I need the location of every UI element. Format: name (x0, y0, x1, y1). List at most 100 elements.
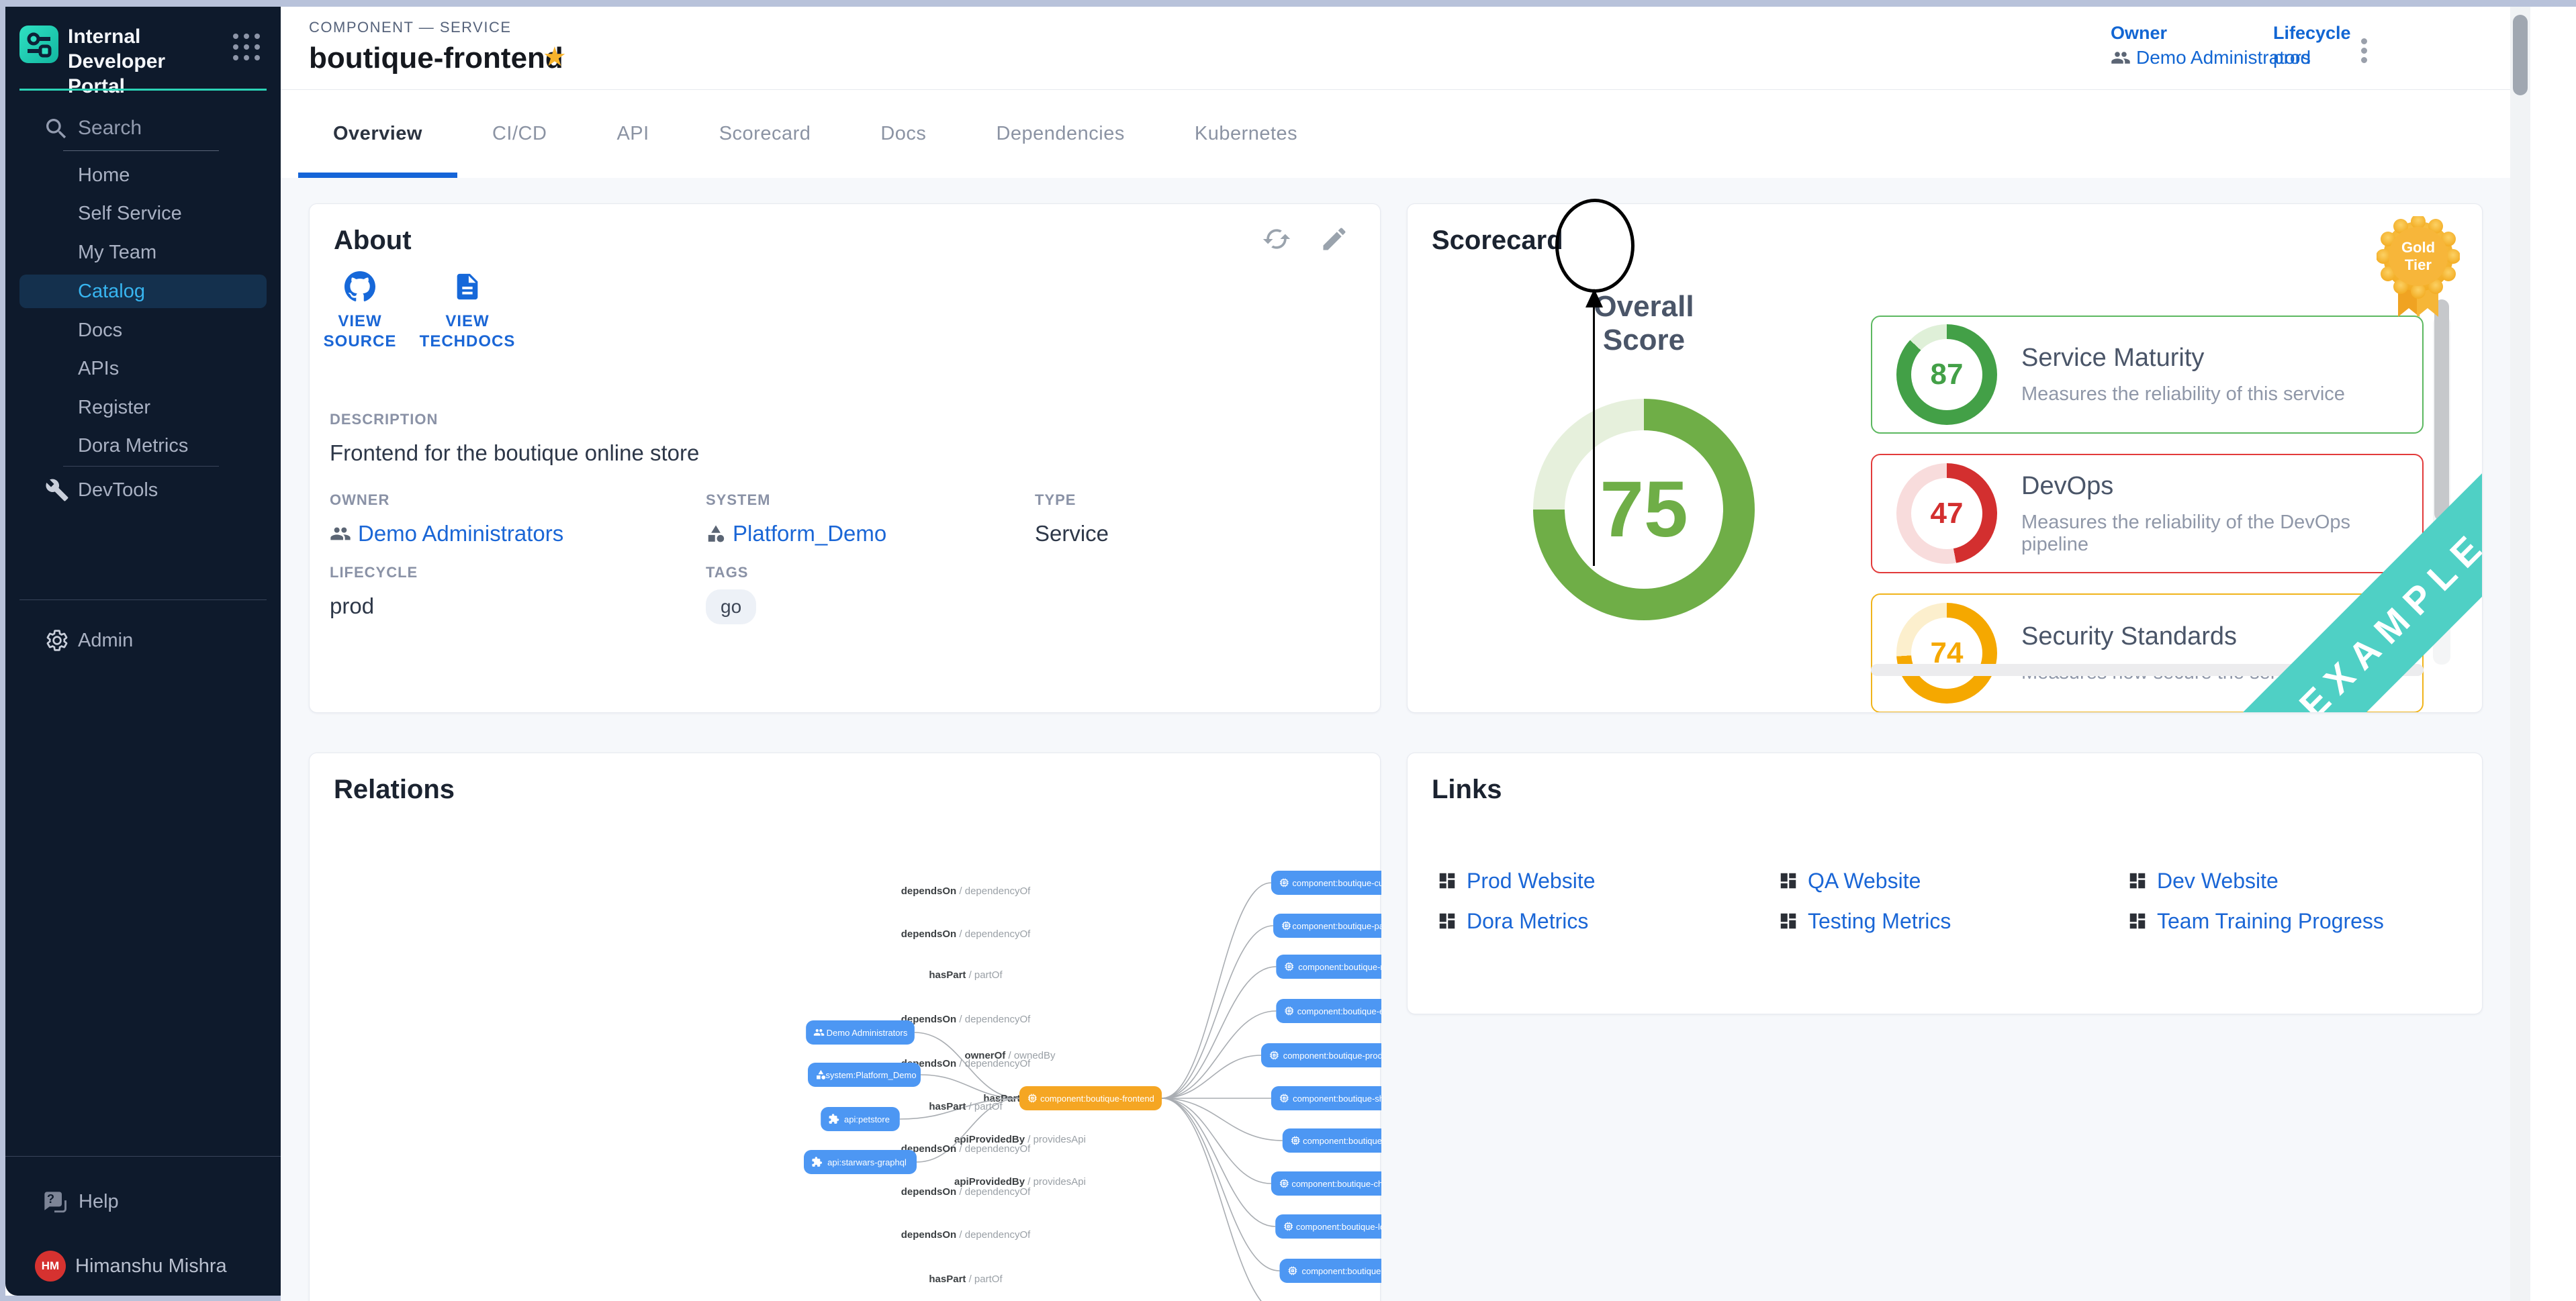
view-techdocs-link[interactable]: VIEW TECHDOCS (417, 271, 518, 352)
score-donut: 47 (1896, 463, 1997, 564)
sidebar-item-self-service[interactable]: Self Service (19, 197, 267, 230)
window-frame-left (0, 7, 5, 1301)
score-donut: 74 (1896, 603, 1997, 704)
link-label: Testing Metrics (1808, 909, 1951, 934)
scorecard-title: Scorecard (1432, 226, 1563, 256)
relation-node-component-boutique-loadgenerator[interactable]: component:boutique-loadgenerator (1275, 1214, 1381, 1239)
sidebar-item-my-team[interactable]: My Team (19, 236, 267, 269)
sidebar-item-apis[interactable]: APIs (19, 352, 267, 385)
search-icon (43, 115, 70, 142)
favorite-star-icon[interactable]: ★ (543, 42, 567, 73)
tab-scorecard[interactable]: Scorecard (684, 90, 846, 178)
sidebar-user[interactable]: HM Himanshu Mishra (19, 1247, 267, 1285)
link-testing-metrics[interactable]: Testing Metrics (1778, 906, 2127, 936)
apps-grid-icon[interactable] (233, 34, 261, 62)
svg-text:system:Platform_Demo: system:Platform_Demo (825, 1070, 916, 1080)
overall-score-donut: 75 (1533, 399, 1755, 620)
sidebar-item-catalog[interactable]: Catalog (19, 275, 267, 308)
github-icon (344, 271, 375, 302)
score-value: 87 (1931, 358, 1964, 391)
tab-overview[interactable]: Overview (298, 90, 457, 178)
relation-node-Demo-Administrators[interactable]: Demo Administrators (806, 1020, 915, 1045)
edit-pencil-icon[interactable] (1320, 224, 1349, 254)
link-prod-website[interactable]: Prod Website (1437, 866, 1778, 896)
relation-node-api-starwars-graphql[interactable]: api:starwars-graphql (804, 1150, 917, 1174)
relation-node-component-boutique-adservice[interactable]: component:boutique-adservice (1283, 1128, 1381, 1153)
relation-node-component-boutique-checkoutservice[interactable]: component:boutique-checkoutservice (1271, 1171, 1381, 1196)
tab-ci-cd[interactable]: CI/CD (457, 90, 582, 178)
tab-api[interactable]: API (582, 90, 684, 178)
sidebar-item-docs[interactable]: Docs (19, 314, 267, 347)
relation-node-component-boutique-shippingservice[interactable]: component:boutique-shippingservice (1271, 1086, 1381, 1110)
view-source-link[interactable]: VIEW SOURCE (310, 271, 410, 352)
link-dev-website[interactable]: Dev Website (2127, 866, 2444, 896)
score-name: Security Standards (2021, 622, 2331, 651)
svg-text:component:boutique-adservice: component:boutique-adservice (1303, 1136, 1381, 1146)
link-label: Dora Metrics (1467, 909, 1588, 934)
system-link[interactable]: Platform_Demo (706, 521, 886, 546)
score-donut: 87 (1896, 324, 1997, 425)
tab-kubernetes[interactable]: Kubernetes (1160, 90, 1332, 178)
svg-text:component:boutique-paymentserv: component:boutique-paymentservice (1292, 921, 1381, 931)
dashboard-icon (1778, 911, 1798, 931)
sidebar-item-label: Home (78, 164, 130, 187)
relations-graph[interactable]: ownerOf / ownedByhasPart / partOfapiProv… (310, 753, 1381, 1301)
page-scrollbar-thumb[interactable] (2513, 15, 2528, 95)
relation-node-component-boutique-frontend[interactable]: component:boutique-frontend (1019, 1086, 1162, 1110)
relation-node-component-boutique-productcatalogservice[interactable]: component:boutique-productcatalogservice (1261, 1043, 1381, 1067)
edge-label: hasPart / partOf (929, 1273, 1003, 1285)
relation-node-component-boutique-redisservice[interactable]: component:boutique-redisservice (1276, 955, 1381, 979)
refresh-icon[interactable] (1262, 224, 1291, 254)
lifecycle-value: prod (330, 593, 418, 619)
link-qa-website[interactable]: QA Website (1778, 866, 2127, 896)
relation-node-component-boutique-currencyservice[interactable]: component:boutique-currencyservice (1271, 871, 1381, 895)
sidebar-search[interactable]: Search (43, 113, 244, 153)
tags-label: TAGS (706, 564, 756, 581)
wrench-icon (45, 478, 69, 502)
svg-text:?: ? (47, 1192, 54, 1206)
overall-score-label: Overall Score (1550, 290, 1738, 357)
about-card: About VIEW SOURCE VIEW TECHDOCS (309, 203, 1381, 713)
page-scrollbar-track[interactable] (2510, 7, 2530, 1301)
score-list-scroll-thumb[interactable] (2434, 299, 2449, 521)
svg-text:component:boutique-currencyser: component:boutique-currencyservice (1292, 878, 1381, 888)
about-title: About (334, 226, 412, 256)
relation-node-component-boutique-cartservice[interactable]: component:boutique-cartservice (1280, 1259, 1382, 1283)
svg-text:api:starwars-graphql: api:starwars-graphql (827, 1157, 907, 1167)
sidebar-item-register[interactable]: Register (19, 391, 267, 424)
tag-chip[interactable]: go (706, 589, 756, 624)
app-window: Internal Developer Portal Search HomeSel… (0, 0, 2576, 1301)
sidebar-item-help[interactable]: ? Help (19, 1183, 267, 1220)
owner-link[interactable]: Demo Administrators (330, 521, 563, 546)
relation-node-system-Platform-Demo[interactable]: system:Platform_Demo (808, 1063, 921, 1087)
sidebar-item-label: Catalog (78, 281, 145, 303)
edge-label: dependsOn / dependencyOf (901, 1229, 1031, 1241)
links-title: Links (1432, 775, 1502, 805)
page-title: boutique-frontend (309, 42, 563, 75)
tab-docs[interactable]: Docs (845, 90, 961, 178)
sidebar-item-dora-metrics[interactable]: Dora Metrics (19, 429, 267, 463)
link-label: Team Training Progress (2157, 909, 2384, 934)
relation-node-component-boutique-paymentservice[interactable]: component:boutique-paymentservice (1273, 914, 1381, 938)
system-label: SYSTEM (706, 491, 886, 509)
annotation-arrowhead (1585, 289, 1603, 307)
link-dora-metrics[interactable]: Dora Metrics (1437, 906, 1778, 936)
tab-bar: OverviewCI/CDAPIScorecardDocsDependencie… (298, 90, 1332, 178)
score-item-service-maturity[interactable]: 87Service MaturityMeasures the reliabili… (1871, 316, 2424, 434)
sidebar-item-devtools[interactable]: DevTools (19, 473, 267, 507)
tab-dependencies[interactable]: Dependencies (961, 90, 1159, 178)
edge-label: dependsOn / dependencyOf (901, 1058, 1031, 1069)
user-name: Himanshu Mishra (75, 1255, 227, 1278)
kebab-menu-icon[interactable] (2350, 35, 2377, 73)
svg-text:component:boutique-loadgenerat: component:boutique-loadgenerator (1296, 1222, 1381, 1232)
links-grid: Prod WebsiteQA WebsiteDev Website Dora Me… (1437, 866, 2444, 936)
relation-node-component-boutique-emailservice[interactable]: component:boutique-emailservice (1276, 999, 1381, 1023)
sidebar-item-home[interactable]: Home (19, 158, 267, 192)
window-frame-top (0, 0, 2576, 7)
header-owner-label: Owner (2111, 23, 2167, 44)
relation-node-api-petstore[interactable]: api:petstore (821, 1107, 900, 1131)
sidebar-item-admin[interactable]: Admin (19, 624, 267, 657)
score-item-devops[interactable]: 47DevOpsMeasures the reliability of the … (1871, 454, 2424, 573)
system-icon (706, 524, 726, 544)
link-team-training-progress[interactable]: Team Training Progress (2127, 906, 2444, 936)
